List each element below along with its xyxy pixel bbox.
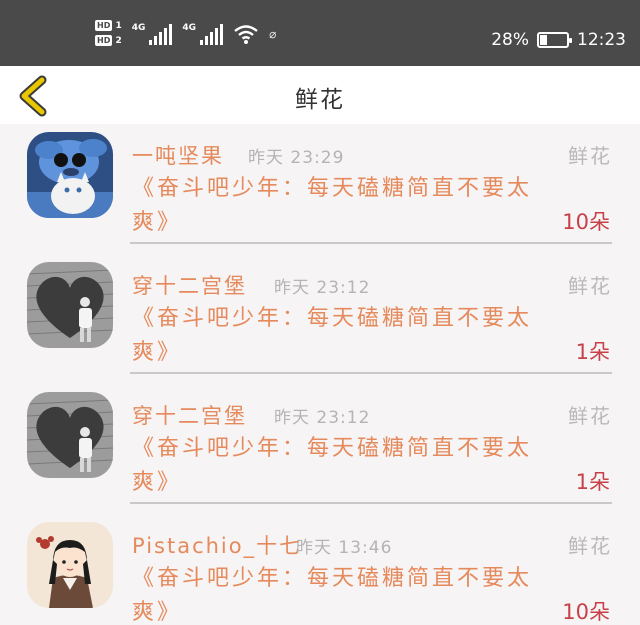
sent-time: 昨天 23:12 <box>274 408 371 428</box>
list-item[interactable]: Pistachio_十七 昨天 13:46 鲜花 《奋斗吧少年：每天磕糖简直不要… <box>0 514 640 625</box>
gift-count: 10朵 <box>562 600 610 624</box>
gift-type: 鲜花 <box>568 534 612 558</box>
hd2-indicator: HD 2 <box>95 35 122 46</box>
gift-list[interactable]: 一吨坚果 昨天 23:29 鲜花 《奋斗吧少年：每天磕糖简直不要太爽》 10朵 … <box>0 124 640 625</box>
clock: 12:23 <box>577 30 626 50</box>
hd1-indicator: HD 1 <box>95 20 122 31</box>
book-title[interactable]: 《奋斗吧少年：每天磕糖简直不要太爽》 <box>132 562 542 625</box>
gift-count: 1朵 <box>575 340 610 364</box>
divider <box>130 502 612 504</box>
heart-wall-avatar[interactable] <box>27 392 113 478</box>
battery-percent: 28% <box>491 30 529 50</box>
battery-icon <box>537 32 572 48</box>
heart-wall-avatar[interactable] <box>27 262 113 348</box>
status-left: HD 1 HD 2 4G 4G ⌀ <box>95 20 276 47</box>
gift-type: 鲜花 <box>568 404 612 428</box>
header: 鲜花 <box>0 66 640 124</box>
sent-time: 昨天 13:46 <box>296 538 393 558</box>
gift-type: 鲜花 <box>568 144 612 168</box>
list-item[interactable]: 穿十二宫堡 昨天 23:12 鲜花 《奋斗吧少年：每天磕糖简直不要太爽》 1朵 <box>0 384 640 514</box>
signal-2-icon: 4G <box>182 23 224 45</box>
sent-time: 昨天 23:12 <box>274 278 371 298</box>
status-right: 28% 12:23 <box>491 30 626 50</box>
book-title[interactable]: 《奋斗吧少年：每天磕糖简直不要太爽》 <box>132 172 542 240</box>
cartoon-girl-avatar[interactable] <box>27 522 113 608</box>
divider <box>130 372 612 374</box>
gift-count: 10朵 <box>562 210 610 234</box>
book-title[interactable]: 《奋斗吧少年：每天磕糖简直不要太爽》 <box>132 302 542 370</box>
sender-name[interactable]: 一吨坚果 <box>132 140 224 170</box>
gift-type: 鲜花 <box>568 274 612 298</box>
stitch-cat-avatar[interactable] <box>27 132 113 218</box>
sender-name[interactable]: 穿十二宫堡 <box>132 270 247 300</box>
page-title: 鲜花 <box>295 87 345 113</box>
sent-time: 昨天 23:29 <box>248 148 345 168</box>
gift-count: 1朵 <box>575 470 610 494</box>
hd-indicators: HD 1 HD 2 <box>95 20 122 47</box>
sender-name[interactable]: Pistachio_十七 <box>132 530 302 560</box>
wifi-icon <box>234 24 258 44</box>
book-title[interactable]: 《奋斗吧少年：每天磕糖简直不要太爽》 <box>132 432 542 500</box>
battery-fill <box>540 35 547 45</box>
status-bar: HD 1 HD 2 4G 4G ⌀ 28% 12:23 <box>0 0 640 66</box>
list-item[interactable]: 穿十二宫堡 昨天 23:12 鲜花 《奋斗吧少年：每天磕糖简直不要太爽》 1朵 <box>0 254 640 384</box>
signal-1-icon: 4G <box>132 23 173 45</box>
nfc-icon: ⌀ <box>269 26 277 41</box>
divider <box>130 242 612 244</box>
sender-name[interactable]: 穿十二宫堡 <box>132 400 247 430</box>
list-item[interactable]: 一吨坚果 昨天 23:29 鲜花 《奋斗吧少年：每天磕糖简直不要太爽》 10朵 <box>0 124 640 254</box>
